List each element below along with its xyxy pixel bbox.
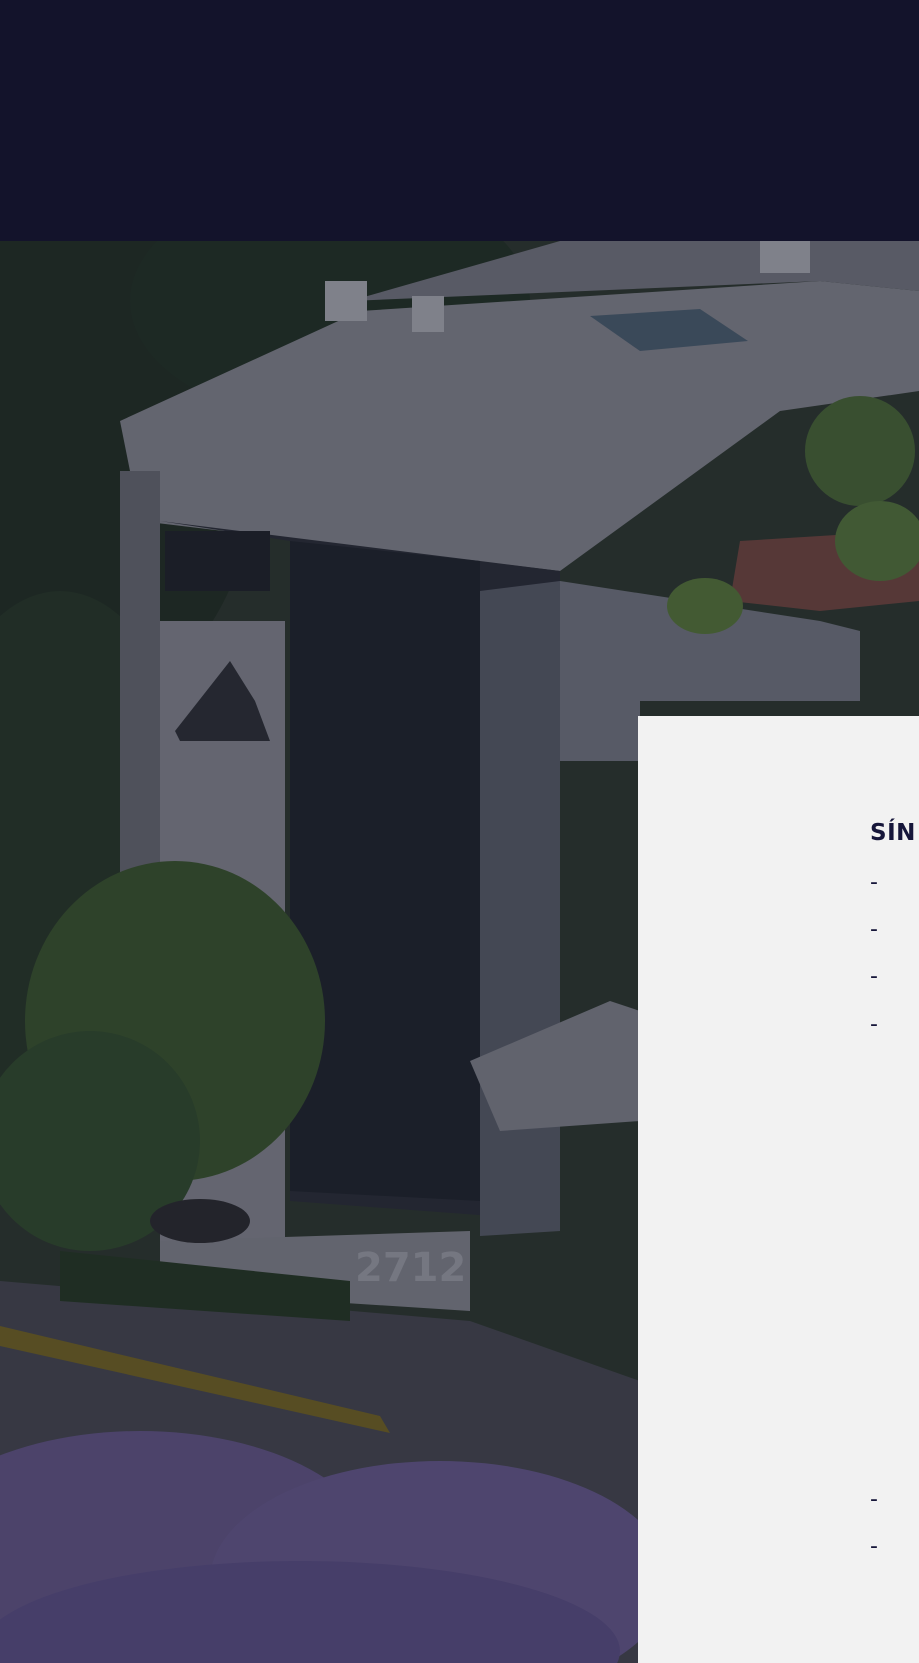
list-marker: - [870, 964, 878, 989]
card-title: SÍN [870, 820, 916, 846]
list-marker: - [870, 1534, 878, 1559]
header-bar [0, 0, 919, 241]
list-marker: - [870, 870, 878, 895]
list-marker: - [870, 1012, 878, 1037]
content-card: SÍN - - - - - - [638, 716, 919, 1663]
list-marker: - [870, 1487, 878, 1512]
page: 2712 SÍN - - - - - - [0, 0, 919, 1663]
list-marker: - [870, 917, 878, 942]
